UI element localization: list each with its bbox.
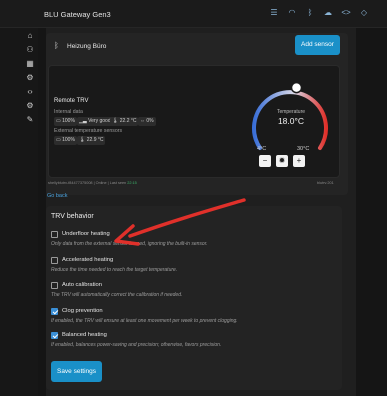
save-settings-button[interactable]: Save settings [51, 361, 102, 382]
dial-value: 18.0°C [277, 116, 305, 126]
valve-chip: ⇔ 0% [138, 117, 156, 126]
accelerated-label: Accelerated heating [62, 257, 114, 263]
internal-data-label: Internal data [54, 109, 83, 115]
clog-prevention-checkbox[interactable] [51, 308, 58, 315]
device-status: shellyblutrv-f84477375008 | Online | Las… [48, 181, 137, 185]
dial-knob[interactable] [290, 81, 303, 94]
home-icon[interactable]: ⌂ [25, 31, 35, 41]
accelerated-desc: Reduce the time needed to reach the targ… [51, 267, 178, 273]
go-back-link[interactable]: Go back [47, 193, 67, 199]
top-icon-group: ☰ ◠ ᛒ ☁ <> ◇ [269, 8, 369, 18]
underfloor-desc: Only data from the external sensor is us… [51, 241, 208, 247]
section-title: TRV behavior [51, 213, 94, 220]
clog-prevention-desc: If enabled, the TRV will ensure at least… [51, 318, 238, 324]
signal-chip: ▁▃ Very good [77, 117, 113, 126]
calendar-icon[interactable]: ▦ [25, 59, 35, 69]
ext-battery-chip: ▭ 100% [54, 136, 77, 145]
temperature-value: 22.2 °C [119, 118, 137, 124]
battery-value: 100% [62, 118, 75, 124]
code-icon[interactable]: ‹› [25, 87, 35, 97]
ext-temperature-value: 22.9 °C [86, 137, 104, 143]
wifi-icon[interactable]: ◠ [287, 8, 297, 18]
devices-icon[interactable]: ⚇ [25, 45, 35, 55]
auto-calibration-label: Auto calibration [62, 282, 102, 288]
last-seen-time: 22:15 [127, 181, 137, 185]
battery-chip: ▭ 100% [54, 117, 77, 126]
increase-button[interactable]: + [293, 155, 305, 167]
valve-value: 0% [146, 118, 154, 124]
settings-icon[interactable]: ⚙ [25, 73, 35, 83]
code-icon[interactable]: <> [341, 8, 351, 18]
room-name: Heizung Büro [67, 43, 107, 50]
cube-icon[interactable]: ◇ [359, 8, 369, 18]
boost-button[interactable]: ✹ [276, 155, 288, 167]
clog-prevention-label: Clog prevention [62, 308, 103, 314]
wrench-icon[interactable]: ✎ [25, 115, 35, 125]
sidebar: ⌂ ⚇ ▦ ⚙ ‹› ⚙ ✎ [0, 28, 38, 396]
underfloor-checkbox[interactable] [51, 231, 58, 238]
auto-calibration-desc: The TRV will automatically correct the c… [51, 292, 183, 298]
dial-max: 30°C [297, 146, 310, 152]
ext-battery-value: 100% [62, 137, 75, 143]
device-key: blutrv:201 [317, 181, 334, 185]
underfloor-label: Underfloor heating [62, 231, 110, 237]
dial-label: Temperature [276, 109, 306, 115]
top-bar: BLU Gateway Gen3 ☰ ◠ ᛒ ☁ <> ◇ [0, 0, 387, 28]
temperature-chip: 🌡 22.2 °C [110, 117, 139, 126]
trv-title: Remote TRV [54, 98, 89, 104]
dial-min: 4°C [257, 146, 267, 152]
device-id: shellyblutrv-f84477375008 | Online | Las… [48, 181, 127, 185]
balanced-heating-checkbox[interactable] [51, 332, 58, 339]
bluetooth-icon[interactable]: ᛒ [305, 8, 315, 18]
balanced-heating-desc: If enabled, balances power-saving and pr… [51, 342, 222, 348]
decrease-button[interactable]: − [259, 155, 271, 167]
bluetooth-icon: ᛒ [54, 41, 59, 50]
auto-calibration-checkbox[interactable] [51, 282, 58, 289]
external-sensors-label: External temperature sensors [54, 128, 123, 134]
sliders-icon[interactable]: ☰ [269, 8, 279, 18]
cloud-icon[interactable]: ☁ [323, 8, 333, 18]
signal-value: Very good [88, 118, 111, 124]
app-title: BLU Gateway Gen3 [44, 10, 111, 19]
add-sensor-button[interactable]: Add sensor [295, 35, 340, 55]
balanced-heating-label: Balanced heating [62, 332, 107, 338]
accelerated-checkbox[interactable] [51, 257, 58, 264]
ext-temperature-chip: 🌡 22.9 °C [77, 136, 106, 145]
network-icon[interactable]: ⚙ [25, 101, 35, 111]
